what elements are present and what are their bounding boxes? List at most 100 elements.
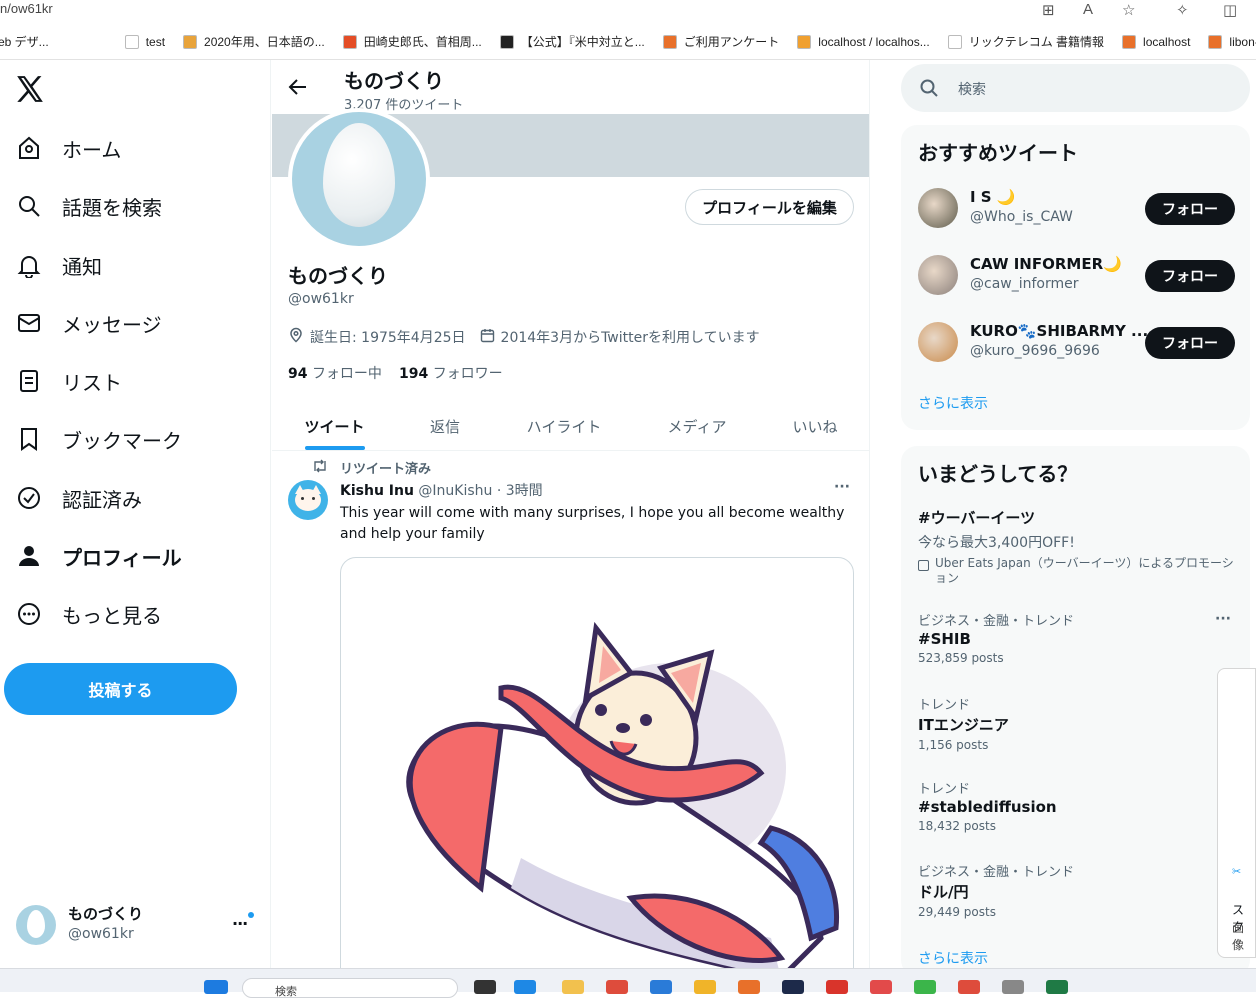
split-screen-icon[interactable]: ◫ <box>1223 1 1237 19</box>
following-link[interactable]: 94 フォロー中 <box>288 363 382 383</box>
promo-name: #ウーバーイーツ <box>918 509 1036 527</box>
bookmark-item[interactable]: libon-Sデザイン <box>1208 33 1256 50</box>
tab-likes[interactable]: いいね <box>772 400 858 452</box>
suggested-user[interactable]: KURO🐾SHIBARMY ... @kuro_9696_9696 フォロー <box>901 320 1250 372</box>
tab-highlights[interactable]: ハイライト <box>509 400 619 452</box>
trend-name: #stablediffusion <box>918 798 1057 816</box>
bell-icon <box>17 256 41 278</box>
suggested-user-avatar[interactable] <box>918 255 958 295</box>
bookmark-item[interactable]: localhost / localhos... <box>797 34 930 49</box>
followers-link[interactable]: 194 フォロワー <box>399 363 503 383</box>
tweet-time[interactable]: · 3時間 <box>497 483 543 499</box>
nav-item[interactable]: もっと見る <box>16 592 162 636</box>
header-profile-name: ものづくり <box>344 69 444 93</box>
edit-profile-button[interactable]: プロフィールを編集 <box>685 189 854 225</box>
promoted-trend[interactable]: #ウーバーイーツ 今なら最大3,400円OFF! Uber Eats Japan… <box>918 507 1238 586</box>
trend-item[interactable]: ビジネス・金融・トレンド #SHIB 523,859 posts <box>918 610 1218 665</box>
suggested-user[interactable]: I S 🌙 @Who_is_CAW フォロー <box>901 186 1250 238</box>
trend-item[interactable]: ビジネス・金融・トレンド ドル/円 29,449 posts <box>918 861 1218 919</box>
url-text[interactable]: n/ow61kr <box>0 1 53 16</box>
tweet-author-handle[interactable]: @InuKishu <box>418 483 492 499</box>
address-bar[interactable]: n/ow61kr ⊞ A ☆ ✧ ◫ <box>0 0 1256 24</box>
search-icon <box>19 196 40 217</box>
profile-header-bar: ものづくり 3,207 件のツイート <box>272 60 869 114</box>
suggested-user[interactable]: CAW INFORMER🌙 @caw_informer フォロー <box>901 253 1250 305</box>
bookmark-item[interactable]: 【公式】『米中対立と... <box>499 33 645 50</box>
tab-tweets[interactable]: ツイート <box>290 400 379 452</box>
trends-show-more[interactable]: さらに表示 <box>918 948 988 968</box>
tweet-author-name[interactable]: Kishu Inu <box>340 483 414 499</box>
tweet-more-icon[interactable]: ··· <box>834 479 850 495</box>
search-box[interactable]: 検索 <box>901 64 1250 112</box>
trends-panel: いまどうしてる？ #ウーバーイーツ 今なら最大3,400円OFF! Uber E… <box>901 446 1250 976</box>
bookmark-favicon-icon <box>947 34 962 49</box>
search-placeholder[interactable]: 検索 <box>958 79 986 99</box>
profile-column: ものづくり 3,207 件のツイート プロフィールを編集 ものづくり @ow61… <box>272 60 870 968</box>
nav-item[interactable]: リスト <box>16 359 122 403</box>
nav-item-label: リスト <box>62 370 122 395</box>
trend-more-icon[interactable]: ··· <box>1215 611 1231 627</box>
nav-item[interactable]: ホーム <box>16 126 121 170</box>
bookmark-item[interactable]: test <box>67 34 165 49</box>
taskbar-search[interactable]: 検索 <box>242 978 458 998</box>
bookmark-item[interactable]: ご利用アンケート <box>662 33 779 50</box>
tweet-item[interactable]: リツイート済み Kishu Inu @InuKishu · 3時間 ··· Th… <box>272 451 869 968</box>
profile-avatar[interactable] <box>288 108 430 250</box>
following-count: 94 <box>288 366 308 382</box>
bookmark-label: libon-Sデザイン <box>1229 35 1256 49</box>
side-popup[interactable]: ✂ スク 画像 <box>1217 668 1256 958</box>
trend-item[interactable]: トレンド #stablediffusion 18,432 posts <box>918 778 1218 833</box>
tab-media[interactable]: メディア <box>644 400 750 452</box>
nav-item[interactable]: 通知 <box>16 243 102 287</box>
promoted-icon <box>918 560 929 571</box>
trend-count: 29,449 posts <box>918 905 996 919</box>
bookmark-item[interactable]: 2020年用、日本語の... <box>183 33 325 50</box>
post-button[interactable]: 投稿する <box>4 663 237 715</box>
nav-item-label: もっと見る <box>62 603 162 628</box>
tweet-author-avatar[interactable] <box>288 480 328 520</box>
back-arrow-icon[interactable] <box>288 77 308 101</box>
read-aloud-icon[interactable]: A <box>1083 1 1093 18</box>
nav-item-label: ホーム <box>62 137 122 162</box>
suggested-user-avatar[interactable] <box>918 188 958 228</box>
trend-item[interactable]: トレンド ITエンジニア 1,156 posts <box>918 694 1218 752</box>
trend-name: ドル/円 <box>918 883 969 901</box>
follow-button[interactable]: フォロー <box>1145 193 1235 225</box>
nav-item[interactable]: 認証済み <box>16 476 142 520</box>
bookmark-item[interactable]: 田崎史郎氏、首相周... <box>342 33 482 50</box>
trend-context: ビジネス・金融・トレンド <box>918 865 1075 880</box>
home-icon <box>19 136 39 159</box>
suggest-show-more[interactable]: さらに表示 <box>918 393 988 413</box>
tweet-media-image[interactable] <box>340 557 854 968</box>
calendar-icon <box>480 328 495 347</box>
nav-item[interactable]: プロフィール <box>16 534 182 578</box>
follow-button[interactable]: フォロー <box>1145 327 1235 359</box>
tab-replies[interactable]: 返信 <box>405 400 485 452</box>
apps-icon[interactable]: ⊞ <box>1042 1 1055 19</box>
nav-item-label: ブックマーク <box>62 428 182 453</box>
account-avatar[interactable] <box>16 905 56 945</box>
bookmark-favicon-icon <box>797 34 812 49</box>
suggested-user-avatar[interactable] <box>918 322 958 362</box>
trend-context: ビジネス・金融・トレンド <box>918 614 1075 629</box>
extensions-icon[interactable]: ✧ <box>1176 1 1189 19</box>
tweet-meta: Kishu Inu @InuKishu · 3時間 <box>340 480 543 500</box>
bookmark-label: 田崎史郎氏、首相周... <box>363 35 482 49</box>
x-logo-icon[interactable] <box>16 76 44 106</box>
bookmark-item[interactable]: リックテレコム 書籍情報 <box>947 33 1104 50</box>
account-handle: @ow61kr <box>68 926 134 942</box>
bookmark-item[interactable]: localhost <box>1122 34 1190 49</box>
bookmark-favicon-icon <box>1122 34 1137 49</box>
account-more-icon[interactable]: ··· <box>232 914 248 933</box>
verified-icon <box>18 487 40 509</box>
follow-button[interactable]: フォロー <box>1145 260 1235 292</box>
person-icon <box>19 546 39 566</box>
favorite-star-icon[interactable]: ☆ <box>1122 1 1135 19</box>
nav-item-label: 話題を検索 <box>62 195 162 220</box>
bookmark-favicon-icon <box>499 34 514 49</box>
profile-meta: 誕生日: 1975年4月25日 2014年3月からTwitterを利用しています <box>288 327 760 347</box>
nav-item[interactable]: メッセージ <box>16 301 162 345</box>
nav-item[interactable]: 話題を検索 <box>16 184 162 228</box>
bookmark-item[interactable]: eb デザ... <box>0 33 49 50</box>
nav-item[interactable]: ブックマーク <box>16 417 182 461</box>
